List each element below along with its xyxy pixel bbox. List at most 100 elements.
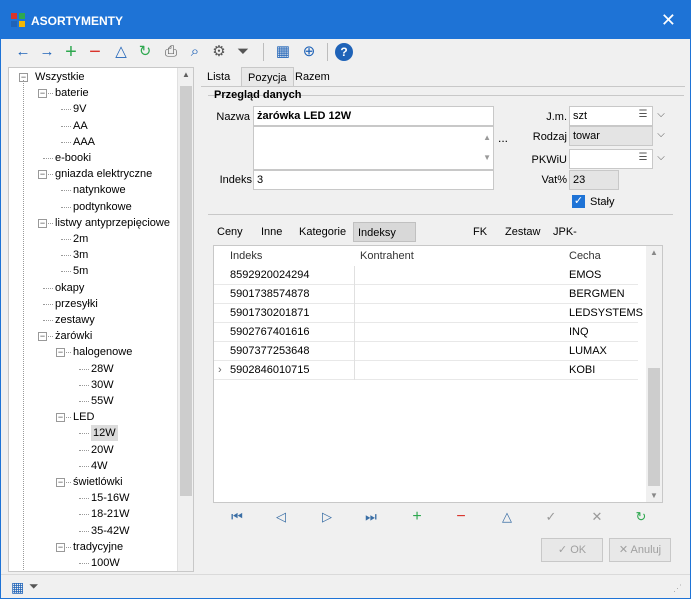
nazwa-field[interactable]: żarówka LED 12W bbox=[253, 106, 494, 126]
refresh-icon[interactable]: ↻ bbox=[135, 42, 155, 62]
tree-item-5m[interactable]: 5m bbox=[73, 263, 88, 279]
tree-item-aaa[interactable]: AAA bbox=[73, 134, 95, 150]
rodzaj-field[interactable]: towar bbox=[569, 126, 653, 146]
table-row[interactable]: 8592920024294 EMOS bbox=[214, 266, 638, 285]
remove-icon[interactable]: − bbox=[85, 42, 105, 62]
cancel-button[interactable]: ✕ Anuluj bbox=[609, 538, 671, 562]
add-icon[interactable]: + bbox=[61, 42, 81, 62]
scroll-up-icon[interactable]: ▲ bbox=[178, 70, 193, 79]
tree-item-4w[interactable]: 4W bbox=[91, 458, 108, 474]
tree-item-zestawy[interactable]: zestawy bbox=[55, 312, 95, 328]
confirm-record-icon[interactable]: ✓ bbox=[541, 507, 561, 527]
chevron-down-icon[interactable]: ⌵ bbox=[653, 126, 669, 146]
triangle-icon[interactable]: △ bbox=[111, 42, 131, 62]
tree-item-tradycyjne[interactable]: tradycyjne bbox=[73, 539, 123, 555]
subtab-kategorie[interactable]: Kategorie bbox=[295, 222, 350, 242]
tree-item-baterie[interactable]: baterie bbox=[55, 85, 89, 101]
cancel-record-icon[interactable]: ✕ bbox=[587, 507, 607, 527]
tree-item-18-21w[interactable]: 18-21W bbox=[91, 506, 130, 522]
collapse-icon[interactable]: − bbox=[56, 542, 65, 552]
tab-razem[interactable]: Razem bbox=[289, 67, 336, 87]
first-record-icon[interactable]: ⏮ bbox=[227, 507, 247, 527]
tree-item-25w[interactable]: 25W bbox=[91, 571, 114, 572]
column-header-kontrahent[interactable]: Kontrahent bbox=[360, 246, 414, 266]
tree-item-przesy-ki[interactable]: przesyłki bbox=[55, 296, 98, 312]
last-record-icon[interactable]: ⏭ bbox=[361, 507, 381, 527]
tab-lista[interactable]: Lista bbox=[201, 67, 236, 87]
tree-item-35-42w[interactable]: 35-42W bbox=[91, 523, 130, 539]
tab-pozycja[interactable]: Pozycja bbox=[241, 67, 294, 87]
scroll-down-icon[interactable]: ▼ bbox=[646, 491, 662, 500]
tree-item-30w[interactable]: 30W bbox=[91, 377, 114, 393]
grid-scrollbar[interactable]: ▲ ▼ bbox=[646, 246, 662, 502]
collapse-icon[interactable]: − bbox=[56, 348, 65, 358]
table-row[interactable]: 5902767401616 INQ bbox=[214, 323, 638, 342]
list-icon[interactable]: ☰ bbox=[635, 149, 651, 169]
collapse-icon[interactable]: − bbox=[38, 170, 47, 180]
indeks-field[interactable]: 3 bbox=[253, 170, 494, 190]
tree-item-55w[interactable]: 55W bbox=[91, 393, 114, 409]
tree-item-2m[interactable]: 2m bbox=[73, 231, 88, 247]
scroll-down-icon[interactable]: ▼ bbox=[483, 149, 491, 167]
collapse-icon[interactable]: − bbox=[38, 89, 47, 99]
subtab-inne[interactable]: Inne bbox=[257, 222, 286, 242]
subtab-ceny[interactable]: Ceny bbox=[213, 222, 247, 242]
staly-checkbox[interactable]: ✓ bbox=[572, 195, 585, 208]
table-row[interactable]: › 5902846010715 KOBI bbox=[214, 361, 638, 380]
tree-item-podtynkowe[interactable]: podtynkowe bbox=[73, 199, 132, 215]
scroll-up-icon[interactable]: ▲ bbox=[483, 129, 491, 147]
collapse-icon[interactable]: − bbox=[38, 332, 47, 342]
help-icon[interactable]: ? bbox=[335, 43, 353, 61]
print-icon[interactable]: ⎙ bbox=[161, 42, 181, 62]
list-icon[interactable]: ☰ bbox=[635, 106, 651, 126]
grid-export-icon[interactable]: ▦ bbox=[273, 42, 293, 62]
tree-item-natynkowe[interactable]: natynkowe bbox=[73, 182, 126, 198]
subtab-jpk-vat[interactable]: JPK-VAT bbox=[549, 222, 581, 258]
prev-record-icon[interactable]: ◁ bbox=[271, 507, 291, 527]
tree-scroll-thumb[interactable] bbox=[180, 86, 192, 496]
nazwa-multiline-field[interactable]: ▲ ▼ bbox=[253, 126, 494, 170]
add-record-icon[interactable]: + bbox=[407, 507, 427, 527]
tree-scrollbar[interactable]: ▲ bbox=[177, 68, 193, 571]
tree-item-9v[interactable]: 9V bbox=[73, 101, 86, 117]
next-record-icon[interactable]: ▷ bbox=[317, 507, 337, 527]
subtab-fk[interactable]: FK bbox=[469, 222, 491, 242]
collapse-icon[interactable]: − bbox=[56, 478, 65, 487]
tree-item-100w[interactable]: 100W bbox=[91, 555, 120, 571]
tree-item-20w[interactable]: 20W bbox=[91, 442, 114, 458]
grid-scroll-thumb[interactable] bbox=[648, 368, 660, 486]
column-header-cecha[interactable]: Cecha bbox=[569, 246, 601, 266]
tree-item-halogenowe[interactable]: halogenowe bbox=[73, 344, 132, 360]
tree-item-led[interactable]: LED bbox=[73, 409, 94, 425]
remove-record-icon[interactable]: − bbox=[451, 507, 471, 527]
table-row[interactable]: 5901730201871 LEDSYSTEMS bbox=[214, 304, 643, 323]
search-icon[interactable]: ⌕ bbox=[185, 42, 205, 62]
tree-item-e-booki[interactable]: e-booki bbox=[55, 150, 91, 166]
collapse-icon[interactable]: − bbox=[38, 218, 47, 228]
subtab-indeksy-dodatkowe[interactable]: Indeksy dodatkowe bbox=[353, 222, 417, 259]
table-row[interactable]: 5907377253648 LUMAX bbox=[214, 342, 638, 361]
edit-record-icon[interactable]: △ bbox=[497, 507, 517, 527]
tree-item-listwy-antyprzepi-ciowe[interactable]: listwy antyprzepięciowe bbox=[55, 215, 170, 231]
collapse-icon[interactable]: − bbox=[56, 413, 65, 423]
tree-item-12w[interactable]: 12W bbox=[91, 425, 118, 442]
tree-item-root[interactable]: Wszystkie bbox=[35, 69, 85, 85]
web-icon[interactable]: ⊕ bbox=[299, 42, 319, 62]
table-icon[interactable]: ▦ bbox=[11, 579, 24, 596]
scroll-up-icon[interactable]: ▲ bbox=[646, 248, 662, 257]
resize-grip-icon[interactable]: ⋰ bbox=[673, 583, 682, 594]
close-icon[interactable]: ✕ bbox=[661, 10, 676, 31]
chevron-down-icon[interactable]: ⌵ bbox=[653, 149, 669, 169]
tree-item-okapy[interactable]: okapy bbox=[55, 280, 84, 296]
tree-item--wietl-wki[interactable]: świetlówki bbox=[73, 474, 123, 490]
tree-item-3m[interactable]: 3m bbox=[73, 247, 88, 263]
settings-icon[interactable]: ⚙ bbox=[209, 42, 229, 62]
tree-item--ar-wki[interactable]: żarówki bbox=[55, 328, 92, 344]
tree-item-15-16w[interactable]: 15-16W bbox=[91, 490, 130, 506]
category-tree[interactable]: ▲ Wszystkie − baterie −9V AA AAA e-booki gniazd… bbox=[8, 67, 194, 572]
tree-item-aa[interactable]: AA bbox=[73, 118, 88, 134]
refresh-record-icon[interactable]: ↻ bbox=[631, 507, 651, 527]
filter-icon[interactable]: ⏷ bbox=[233, 42, 253, 62]
table-row[interactable]: 5901738574878 BERGMEN bbox=[214, 285, 638, 304]
chevron-down-icon[interactable]: ⌵ bbox=[653, 106, 669, 126]
